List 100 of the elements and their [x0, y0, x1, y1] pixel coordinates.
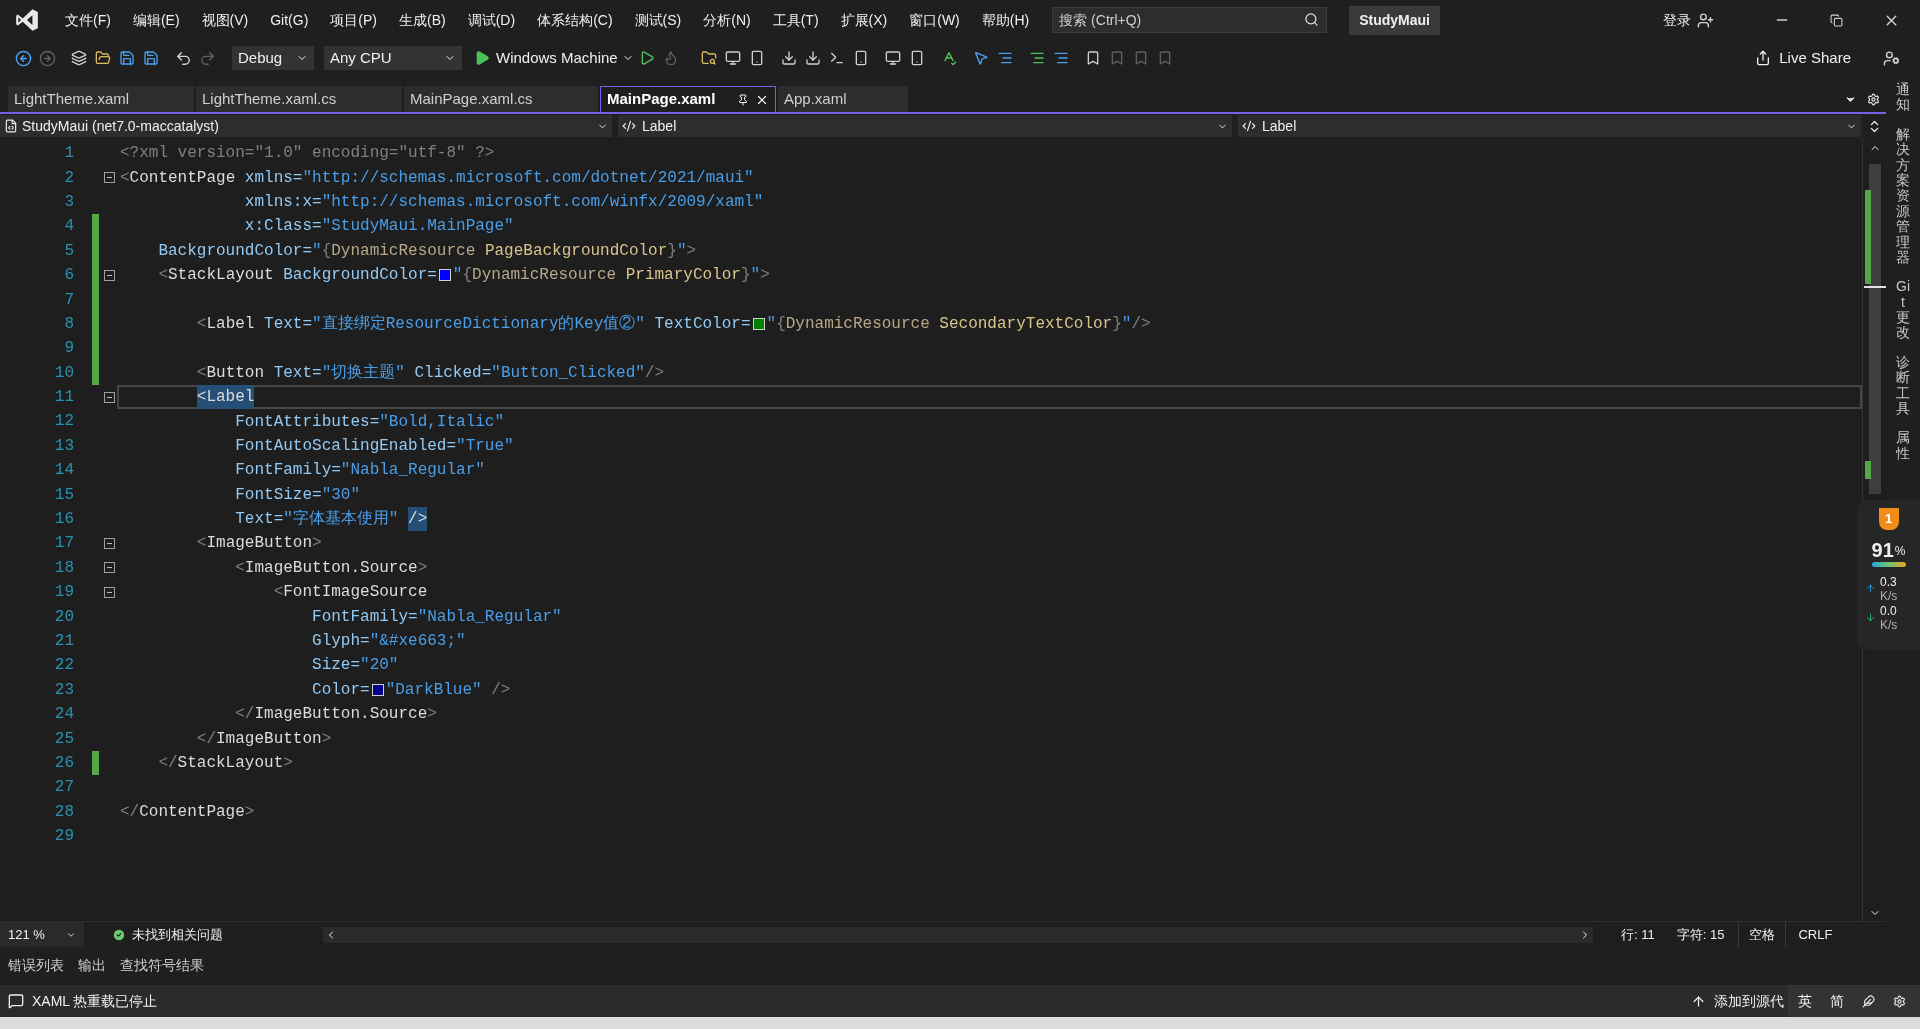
document-tab[interactable]: App.xaml [778, 86, 908, 112]
zoom-dropdown[interactable]: 121 % [0, 922, 84, 947]
menu-item[interactable]: 测试(S) [623, 9, 693, 31]
menu-item[interactable]: 生成(B) [388, 9, 457, 31]
issues-status[interactable]: 未找到相关问题 [132, 924, 223, 945]
element-name: Label [206, 313, 256, 335]
line-number: 5 [63, 240, 75, 262]
rate-unit: K/s [1880, 618, 1898, 633]
sign-in-link[interactable]: 登录 [1663, 9, 1691, 31]
menu-item[interactable]: 编辑(E) [121, 9, 191, 31]
member-dropdown[interactable]: Label [1238, 115, 1861, 137]
xml-declaration: <?xml version="1.0" encoding="utf-8" ?> [120, 143, 495, 165]
menu-item[interactable]: Git(G) [259, 9, 320, 31]
attribute-name: Clicked= [413, 362, 492, 384]
menu-item[interactable]: 体系结构(C) [526, 9, 624, 31]
live-share-button[interactable]: Live Share [1755, 46, 1851, 70]
menu-item[interactable]: 项目(P) [319, 9, 388, 31]
tag-bracket: < [272, 582, 284, 604]
attribute-name: BackgroundColor= [283, 265, 437, 287]
horizontal-scrollbar[interactable] [323, 926, 1593, 943]
attribute-value: "字体基本使用" [283, 508, 400, 531]
configuration-dropdown[interactable]: Debug [232, 46, 314, 70]
start-icon[interactable] [474, 50, 490, 66]
tag-bracket: { [776, 313, 786, 335]
ime-toggle[interactable]: 简 [1830, 990, 1844, 1012]
element-icon [622, 119, 636, 133]
attribute-value: " [312, 240, 322, 262]
menu-item[interactable]: 帮助(H) [970, 9, 1041, 31]
attribute-name: Text= [234, 509, 284, 531]
line-number: 10 [53, 362, 75, 384]
account-icon[interactable] [1697, 11, 1714, 29]
document-tab[interactable]: LightTheme.xaml.cs [196, 86, 402, 112]
tag-bracket: > [427, 704, 437, 726]
type-dropdown[interactable]: Label [618, 115, 1232, 137]
menu-item[interactable]: 工具(T) [761, 9, 830, 31]
hot-reload-status[interactable]: XAML 热重载已停止 [32, 990, 158, 1012]
document-tab[interactable]: MainPage.xaml [600, 86, 776, 112]
add-to-source-control[interactable]: 添加到源代 [1714, 990, 1784, 1012]
whitespace-indicator[interactable]: 空格 [1738, 922, 1786, 947]
element-name: ImageButton [216, 728, 322, 750]
collapse-icon[interactable] [104, 562, 115, 574]
attribute-value: "StudyMaui.MainPage" [321, 216, 514, 238]
resource-key: SecondaryTextColor [939, 311, 1113, 336]
line-number: 22 [53, 655, 75, 677]
tool-window-tab[interactable]: 查找符号结果 [120, 955, 204, 976]
menu-item[interactable]: 窗口(W) [898, 9, 971, 31]
attribute-name: FontAttributes= [234, 411, 380, 433]
tag-bracket: < [195, 313, 207, 335]
attribute-name: Text= [273, 362, 322, 384]
line-number: 7 [63, 289, 75, 311]
project-dropdown[interactable]: StudyMaui (net7.0-maccatalyst) [0, 115, 612, 137]
ime-settings-icon[interactable] [1893, 994, 1906, 1008]
download-rate: 0.0 [1880, 603, 1898, 619]
tag-bracket: { [462, 265, 473, 287]
side-panel-tab[interactable]: 诊断工具 [1896, 354, 1910, 417]
run-target-dropdown[interactable]: Windows Machine [496, 46, 634, 70]
attribute-name: FontSize= [234, 484, 322, 506]
menu-item[interactable]: 调试(D) [456, 9, 527, 31]
tag-bracket: /> [1131, 313, 1151, 335]
line-number: 1 [63, 143, 75, 165]
tool-window-tab[interactable]: 错误列表 [8, 955, 64, 976]
tag-bracket: /> [490, 679, 511, 701]
collapse-icon[interactable] [104, 172, 115, 184]
pin-icon[interactable] [737, 93, 749, 106]
tag-bracket: > [283, 752, 293, 774]
element-name: ImageButton [206, 533, 313, 555]
side-panel-tab[interactable]: 通知 [1896, 82, 1910, 113]
collapse-icon[interactable] [104, 586, 115, 598]
visual-studio-logo-icon [14, 7, 40, 33]
tag-bracket: > [312, 533, 322, 555]
collapse-icon[interactable] [104, 537, 115, 549]
side-panel-tab[interactable]: 属性 [1896, 430, 1910, 462]
tag-bracket: </ [157, 752, 178, 774]
line-number: 17 [53, 533, 75, 555]
attribute-value: "20" [360, 655, 399, 677]
platform-dropdown[interactable]: Any CPU [324, 46, 462, 70]
change-overview-marker [1865, 461, 1871, 479]
tool-window-tab[interactable]: 输出 [78, 955, 106, 976]
side-panel-tab[interactable]: Git 更改 [1896, 279, 1910, 341]
cursor-column: 字符: 15 [1676, 924, 1725, 945]
attribute-value: " [1121, 313, 1132, 335]
menu-item[interactable]: 文件(F) [54, 9, 122, 31]
element-name: StackLayout [168, 265, 275, 287]
search-field[interactable]: 搜索 (Ctrl+Q) [1052, 7, 1328, 33]
collapse-icon[interactable] [104, 391, 115, 403]
menu-item[interactable]: 扩展(X) [829, 9, 899, 31]
document-tab[interactable]: LightTheme.xaml [8, 86, 194, 112]
alert-badge: 1 [1878, 508, 1899, 530]
document-tab[interactable]: MainPage.xaml.cs [404, 86, 598, 112]
scroll-thumb[interactable] [1869, 164, 1881, 494]
side-panel-tab[interactable]: 解决方案资源管理器 [1896, 126, 1910, 266]
line-ending-indicator[interactable]: CRLF [1785, 922, 1845, 947]
settings-icon[interactable] [1867, 93, 1880, 106]
collapse-icon[interactable] [104, 269, 115, 281]
line-number: 26 [53, 752, 75, 774]
ime-toggle[interactable]: 英 [1798, 990, 1812, 1012]
menu-item[interactable]: 分析(N) [692, 9, 762, 31]
menu-item[interactable]: 视图(V) [190, 9, 260, 31]
restore-icon[interactable] [1830, 13, 1843, 27]
line-number: 14 [53, 460, 75, 482]
